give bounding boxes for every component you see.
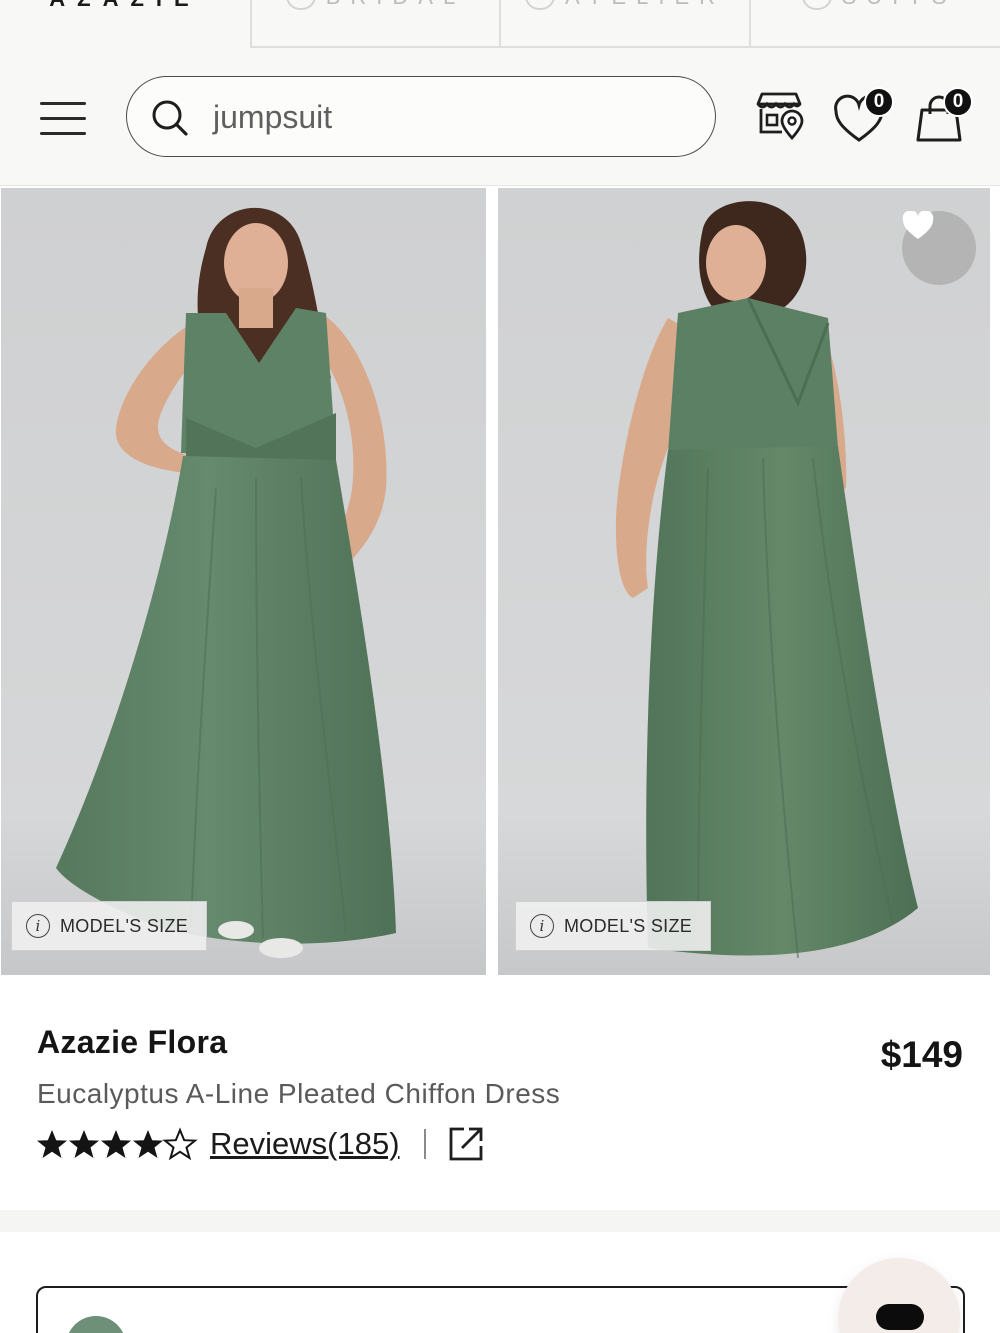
menu-icon[interactable] (40, 100, 88, 136)
search-input[interactable]: jumpsuit (126, 76, 716, 157)
site-header: jumpsuit 0 0 (0, 48, 1000, 186)
star-rating (36, 1126, 198, 1162)
search-query: jumpsuit (213, 99, 333, 135)
product-image-front[interactable]: i MODEL'S SIZE (1, 188, 486, 975)
color-selector-card[interactable] (36, 1286, 965, 1333)
wishlist-count-badge: 0 (864, 87, 894, 117)
model-size-label-back: MODEL'S SIZE (564, 915, 693, 936)
bridal-logo-icon (285, 0, 316, 10)
store-locator-icon[interactable] (752, 88, 808, 144)
share-icon[interactable] (448, 1126, 484, 1162)
model-front-illustration (1, 188, 486, 975)
model-size-label: MODEL'S SIZE (60, 915, 189, 936)
divider (423, 1129, 426, 1159)
add-to-wishlist-button[interactable] (902, 211, 976, 285)
search-icon[interactable] (151, 99, 189, 137)
tab-bridal-label: BRIDAL (326, 0, 465, 10)
tab-atelier[interactable]: ATELIER (499, 0, 751, 48)
reviews-link[interactable]: Reviews(185) (210, 1126, 400, 1162)
tab-azazie-label: AZAZIE (49, 0, 200, 12)
tab-bridal[interactable]: BRIDAL (250, 0, 501, 48)
stars-icon (37, 1129, 196, 1159)
brand-tabs: AZAZIE BRIDAL ATELIER SUITS (0, 0, 1000, 48)
tab-azazie[interactable]: AZAZIE (0, 0, 250, 48)
info-icon: i (26, 914, 50, 938)
tab-suits-label: SUITS (842, 0, 957, 10)
chat-button[interactable] (838, 1258, 960, 1333)
rating-row: Reviews(185) (36, 1122, 484, 1166)
chat-icon (876, 1304, 924, 1330)
model-size-button-back[interactable]: i MODEL'S SIZE (515, 901, 712, 951)
section-separator (0, 1210, 1000, 1232)
model-back-illustration (498, 188, 990, 975)
cart-count-badge: 0 (943, 87, 973, 117)
atelier-logo-icon (524, 0, 555, 10)
product-price: $149 (880, 1034, 963, 1075)
tab-atelier-label: ATELIER (565, 0, 725, 10)
tab-suits[interactable]: SUITS (749, 0, 1000, 48)
product-name: Azazie Flora (37, 1024, 228, 1060)
product-image-back[interactable]: i MODEL'S SIZE (498, 188, 990, 975)
suits-logo-icon (801, 0, 832, 10)
product-description: Eucalyptus A-Line Pleated Chiffon Dress (37, 1078, 561, 1109)
heart-filled-icon (902, 211, 934, 239)
info-icon: i (530, 914, 554, 938)
model-size-button[interactable]: i MODEL'S SIZE (11, 901, 208, 951)
